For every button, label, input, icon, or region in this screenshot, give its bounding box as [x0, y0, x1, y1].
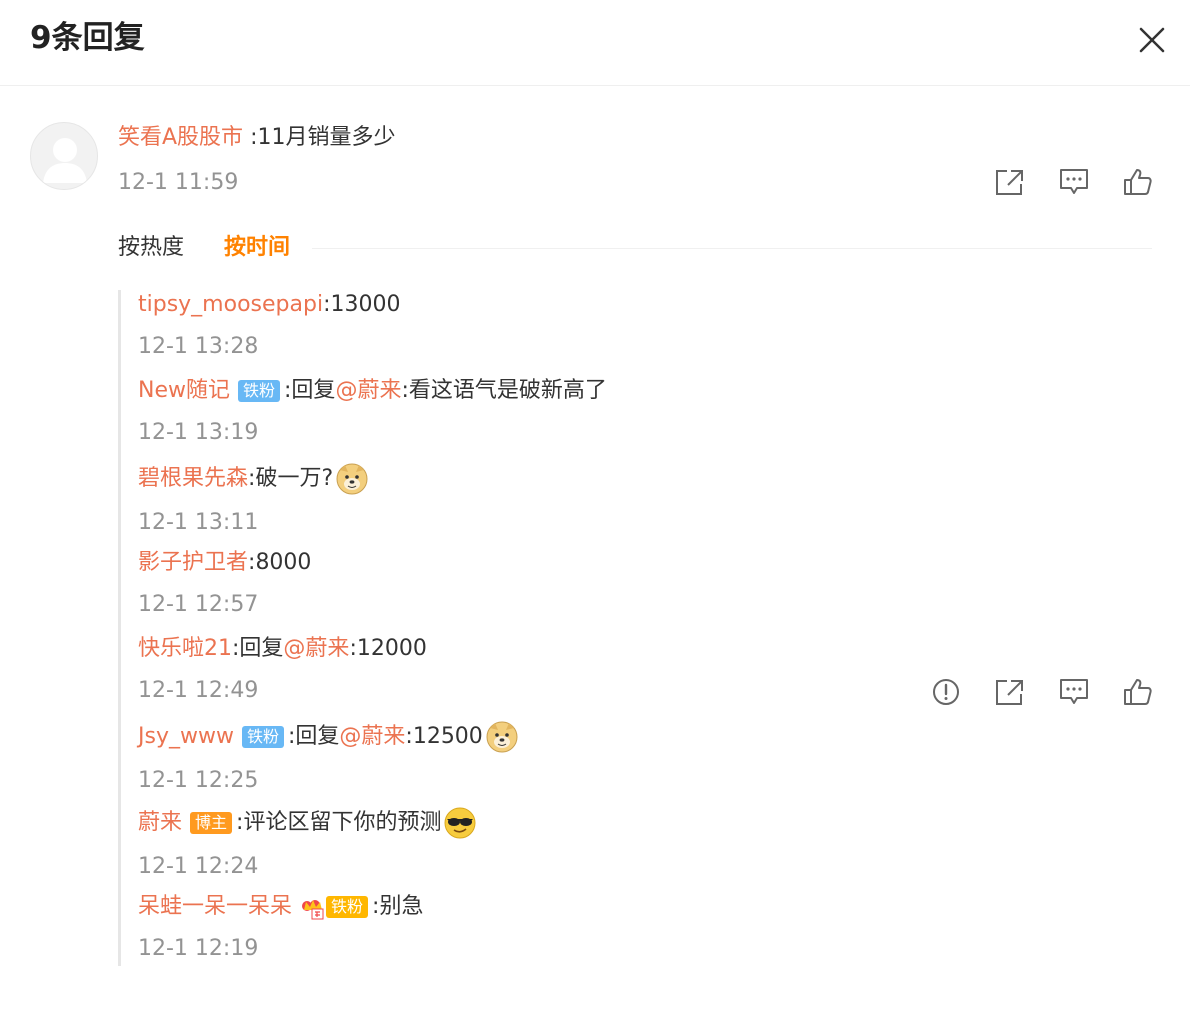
reply-username[interactable]: 快乐啦21	[138, 634, 232, 664]
reply-separator: :	[372, 894, 380, 919]
reply-prefix: :回复	[284, 378, 336, 403]
sort-bar: 按热度 按时间	[118, 230, 1152, 266]
reply-time: 12-1 12:57	[138, 592, 259, 617]
reply-text: :12500	[405, 724, 483, 749]
reply-username[interactable]: 蔚来	[138, 808, 182, 838]
list-item: tipsy_moosepapi:13000 12-1 13:28	[138, 290, 1152, 376]
list-item: 呆蛙一呆一呆呆 铁粉: 别急 12-1 12:19	[138, 892, 1152, 978]
iron-fan-badge: 铁粉	[238, 380, 281, 402]
reply-line: 影子护卫者:8000	[138, 548, 1152, 578]
main-comment-username[interactable]: 笑看A股股市	[118, 125, 243, 150]
report-button[interactable]	[914, 672, 978, 712]
cool-sunglasses-emoji-icon	[444, 807, 476, 839]
reply-text: 别急	[379, 894, 424, 919]
reply-prefix: :回复	[232, 636, 284, 661]
list-item: New随记 铁粉:回复 @蔚来:看这语气是破新高了 12-1 13:19	[138, 376, 1152, 462]
reply-username[interactable]: 呆蛙一呆一呆呆	[138, 892, 292, 922]
crown-icon	[302, 900, 324, 920]
dialog-header: 9条回复	[0, 0, 1190, 86]
thumbs-up-icon	[1124, 169, 1152, 195]
reply-username[interactable]: 影子护卫者	[138, 548, 248, 578]
reply-username[interactable]: tipsy_moosepapi	[138, 290, 323, 320]
reply-separator: :	[236, 810, 244, 835]
reply-separator: :	[248, 466, 256, 491]
reply-line: 快乐啦21:回复 @蔚来:12000	[138, 634, 1152, 664]
list-item: 碧根果先森: 破一万? 12-1 13:11	[138, 462, 1152, 548]
reply-time: 12-1 12:24	[138, 854, 259, 879]
share-button[interactable]	[978, 672, 1042, 712]
reply-count-title: 9条回复	[30, 20, 145, 56]
reply-time: 12-1 13:11	[138, 510, 259, 535]
reply-separator: :	[323, 292, 331, 317]
iron-fan-badge: 铁粉	[326, 896, 369, 918]
main-comment-line: 笑看A股股市 :11月销量多少	[118, 122, 395, 154]
reply-text: 破一万?	[255, 466, 334, 491]
blogger-badge: 博主	[190, 812, 233, 834]
reply-list: tipsy_moosepapi:13000 12-1 13:28 New随记 铁粉…	[118, 290, 1152, 966]
like-button[interactable]	[1106, 162, 1170, 202]
report-icon	[933, 679, 959, 705]
mention-link[interactable]: @蔚来	[283, 634, 349, 664]
divider	[312, 247, 1152, 249]
list-item: 蔚来 博主: 评论区留下你的预测 12-1 12:24	[138, 806, 1152, 892]
main-comment-actions	[978, 162, 1170, 202]
like-button[interactable]	[1106, 672, 1170, 712]
comment-icon	[1060, 169, 1088, 194]
mention-link[interactable]: @蔚来	[335, 376, 401, 406]
comment-icon	[1060, 679, 1088, 704]
mention-link[interactable]: @蔚来	[339, 722, 405, 752]
sort-by-hot-tab[interactable]: 按热度	[118, 230, 184, 266]
sort-by-time-tab[interactable]: 按时间	[224, 230, 290, 266]
reply-username[interactable]: 碧根果先森	[138, 464, 248, 494]
share-icon	[996, 170, 1023, 195]
reply-time: 12-1 12:25	[138, 768, 259, 793]
list-item: 影子护卫者:8000 12-1 12:57	[138, 548, 1152, 634]
list-item: Jsy_www 铁粉:回复 @蔚来:12500 12-1 12:25	[138, 720, 1152, 806]
iron-fan-badge: 铁粉	[241, 726, 284, 748]
doge-emoji-icon	[486, 721, 518, 753]
reply-line: New随记 铁粉:回复 @蔚来:看这语气是破新高了	[138, 376, 1152, 406]
comment-button[interactable]	[1042, 162, 1106, 202]
reply-actions	[914, 672, 1170, 712]
share-icon	[996, 680, 1023, 705]
reply-text: :看这语气是破新高了	[401, 378, 607, 403]
thumbs-up-icon	[1124, 679, 1152, 705]
close-icon	[1139, 27, 1165, 53]
reply-username[interactable]: New随记	[138, 376, 230, 406]
reply-text: 8000	[255, 550, 312, 575]
reply-time: 12-1 13:28	[138, 334, 259, 359]
close-button[interactable]	[1132, 20, 1172, 60]
reply-line: 呆蛙一呆一呆呆 铁粉: 别急	[138, 892, 1152, 922]
share-button[interactable]	[978, 162, 1042, 202]
default-avatar-icon	[43, 138, 87, 183]
reply-line: 蔚来 博主: 评论区留下你的预测	[138, 806, 1152, 840]
reply-line: Jsy_www 铁粉:回复 @蔚来:12500	[138, 720, 1152, 754]
reply-line: tipsy_moosepapi:13000	[138, 290, 1152, 320]
reply-time: 12-1 12:19	[138, 936, 259, 961]
reply-time: 12-1 13:19	[138, 420, 259, 445]
comment-button[interactable]	[1042, 672, 1106, 712]
reply-line: 碧根果先森: 破一万?	[138, 462, 1152, 496]
avatar[interactable]	[30, 122, 98, 190]
reply-text: 评论区留下你的预测	[243, 810, 442, 835]
reply-separator: :	[248, 550, 256, 575]
reply-prefix: :回复	[287, 724, 340, 749]
main-comment-text: :11月销量多少	[250, 125, 396, 150]
reply-text: :12000	[349, 636, 427, 661]
reply-username[interactable]: Jsy_www	[138, 722, 234, 752]
reply-text: 13000	[330, 292, 401, 317]
doge-emoji-icon	[336, 463, 368, 495]
main-comment-time: 12-1 11:59	[118, 170, 239, 195]
